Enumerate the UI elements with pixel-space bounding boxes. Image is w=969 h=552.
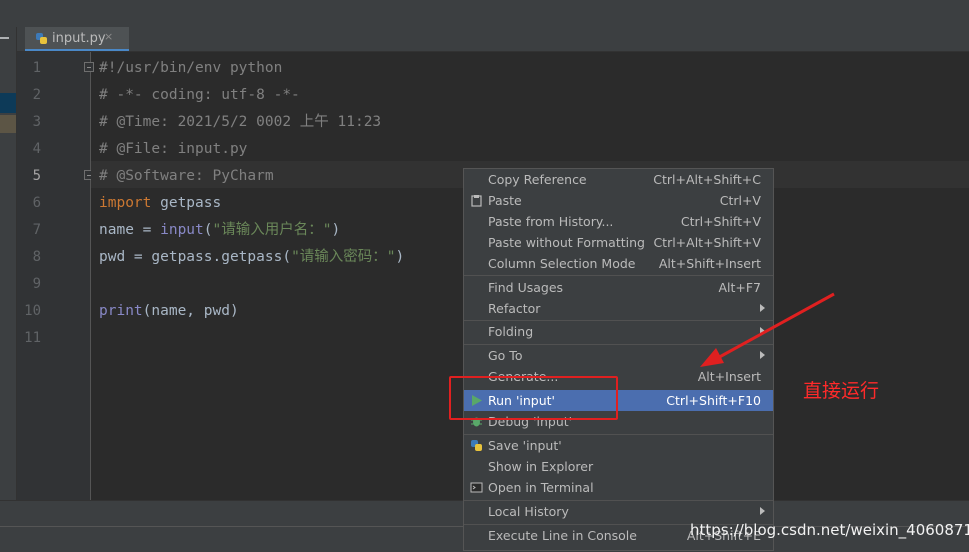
code-line: import getpass — [99, 190, 404, 217]
code-token: name = — [99, 222, 161, 238]
line-number: 1 — [32, 60, 41, 76]
line-number: 9 — [32, 276, 41, 292]
code-line: # @Software: PyCharm — [99, 168, 274, 184]
menu-item-label: Paste without Formatting — [488, 235, 645, 250]
menu-item-shortcut: Alt+Shift+Insert — [658, 256, 761, 271]
code-line: # -*- coding: utf-8 -*- — [99, 87, 300, 103]
menu-item-shortcut: Ctrl+Alt+Shift+C — [653, 172, 761, 187]
menu-item-copy-reference[interactable]: Copy Reference Ctrl+Alt+Shift+C — [464, 169, 773, 190]
menu-item-label: Save 'input' — [488, 438, 562, 453]
python-icon — [471, 440, 482, 451]
menu-item-paste[interactable]: Paste Ctrl+V — [464, 190, 773, 211]
menu-separator — [464, 275, 773, 276]
tab-input-py[interactable]: input.py × — [25, 27, 129, 51]
code-line: # @Time: 2021/5/2 0002 上午 11:23 — [99, 114, 382, 130]
line-number: 4 — [32, 141, 41, 157]
clipboard-icon — [471, 195, 482, 207]
menu-item-label: Paste from History... — [488, 214, 614, 229]
line-number: 7 — [32, 222, 41, 238]
menu-item-shortcut: Ctrl+Shift+F10 — [666, 393, 761, 408]
code-token: ) — [331, 222, 341, 238]
code-token: pwd = getpass.getpass( — [99, 249, 292, 265]
annotation-highlight-box — [449, 376, 618, 420]
menu-item-label: Paste — [488, 193, 522, 208]
code-token: (name, pwd) — [142, 303, 239, 319]
line-numbers: 1 2 3 4 5 6 7 8 9 10 11 — [17, 55, 41, 352]
close-icon[interactable]: × — [104, 30, 113, 43]
python-file-icon — [36, 33, 47, 44]
submenu-arrow-icon — [760, 507, 765, 515]
code-editor[interactable]: #!/usr/bin/env python # -*- coding: utf-… — [99, 55, 404, 352]
menu-item-open-in-terminal[interactable]: Open in Terminal — [464, 477, 773, 498]
line-number: 10 — [24, 303, 41, 319]
line-number: 11 — [24, 330, 41, 346]
menu-item-shortcut: Ctrl+Shift+V — [680, 214, 761, 229]
menu-item-label: Find Usages — [488, 280, 564, 295]
menu-item-save-input[interactable]: Save 'input' — [464, 435, 773, 456]
code-line: print(name, pwd) — [99, 298, 404, 325]
string-token: "请输入用户名：" — [212, 222, 332, 238]
tab-label: input.py — [52, 31, 106, 46]
menu-item-shortcut: Ctrl+Alt+Shift+V — [653, 235, 761, 250]
annotation-label: 直接运行 — [803, 380, 880, 402]
code-token: ( — [203, 222, 213, 238]
editor-tab-bar: input.py × — [17, 27, 969, 52]
menu-item-label: Refactor — [488, 301, 541, 316]
project-tool-tab[interactable] — [0, 93, 16, 113]
terminal-icon — [470, 482, 483, 493]
title-bar — [0, 0, 969, 28]
menu-item-paste-without-formatting[interactable]: Paste without Formatting Ctrl+Alt+Shift+… — [464, 232, 773, 253]
collapse-icon[interactable] — [0, 37, 9, 39]
line-number-current: 5 — [32, 168, 41, 184]
line-number: 2 — [32, 87, 41, 103]
menu-item-label: Column Selection Mode — [488, 256, 636, 271]
menu-item-label: Local History — [488, 504, 569, 519]
structure-tool-tab[interactable] — [0, 115, 16, 133]
string-token: "请输入密码：" — [291, 249, 396, 265]
fold-marker-icon[interactable] — [84, 62, 94, 72]
code-token: getpass — [151, 195, 222, 211]
left-tool-strip — [0, 27, 17, 551]
annotation-arrow-icon — [700, 292, 835, 367]
menu-item-shortcut: Ctrl+V — [719, 193, 761, 208]
menu-item-label: Go To — [488, 348, 523, 363]
menu-item-column-selection-mode[interactable]: Column Selection Mode Alt+Shift+Insert — [464, 253, 773, 274]
code-line: # @File: input.py — [99, 141, 248, 157]
menu-item-local-history[interactable]: Local History — [464, 501, 773, 522]
builtin-token: print — [99, 303, 143, 319]
builtin-token: input — [160, 222, 204, 238]
code-token: ) — [395, 249, 405, 265]
line-number: 8 — [32, 249, 41, 265]
menu-item-label: Execute Line in Console — [488, 528, 637, 543]
menu-item-paste-from-history[interactable]: Paste from History... Ctrl+Shift+V — [464, 211, 773, 232]
keyword-token: import — [99, 195, 152, 211]
menu-item-label: Open in Terminal — [488, 480, 594, 495]
line-number: 3 — [32, 114, 41, 130]
menu-item-label: Folding — [488, 324, 534, 339]
code-line: #!/usr/bin/env python — [99, 60, 283, 76]
code-line: pwd = getpass.getpass("请输入密码：") — [99, 244, 404, 271]
menu-item-label: Copy Reference — [488, 172, 587, 187]
line-number: 6 — [32, 195, 41, 211]
watermark: https://blog.csdn.net/weixin_40608713 — [690, 521, 969, 539]
menu-item-label: Show in Explorer — [488, 459, 594, 474]
code-line: name = input("请输入用户名：") — [99, 217, 404, 244]
menu-item-show-in-explorer[interactable]: Show in Explorer — [464, 456, 773, 477]
